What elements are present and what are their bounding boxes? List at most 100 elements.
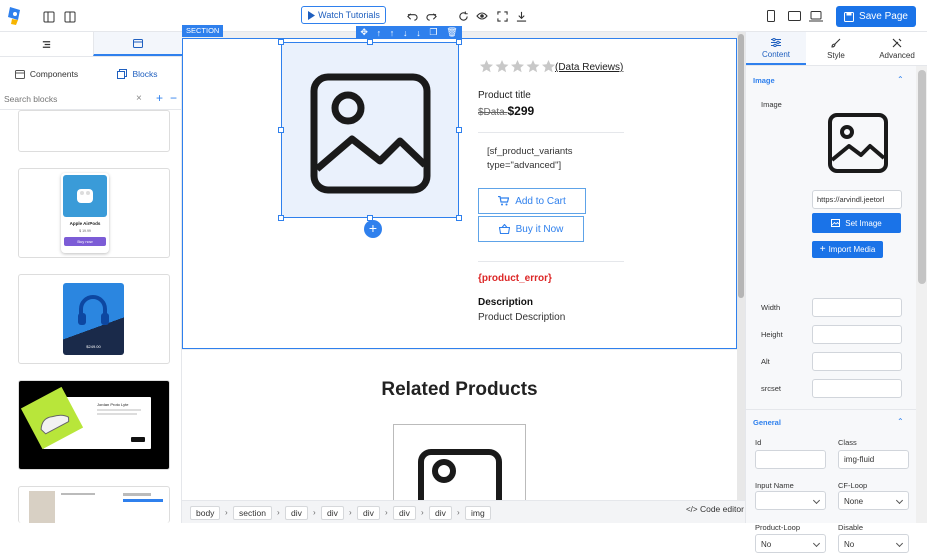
id-field[interactable] [755,450,826,469]
breadcrumb-item[interactable]: section [233,506,272,520]
arrow-down-icon[interactable]: ↓ [416,28,421,38]
blocks-panel-tab[interactable] [93,32,182,56]
divider [746,409,916,410]
panel-left-icon[interactable] [41,9,57,25]
delete-icon[interactable]: 🗑 [446,27,457,38]
id-label: Id [755,438,762,447]
product-image-placeholder[interactable] [281,42,459,218]
undo-icon[interactable] [404,8,420,24]
variants-shortcode: [sf_product_variants type="advanced"] [487,146,573,171]
breadcrumb-item[interactable]: div [285,506,308,520]
breadcrumb-item[interactable]: div [321,506,344,520]
block-thumbnail-airpods[interactable]: Apple AirPods $ 19.99 Buy now [18,168,170,258]
product-loop-select[interactable]: No [755,534,826,553]
save-page-label: Save Page [859,11,908,22]
image-section-header[interactable]: Image ⌃ [746,74,916,88]
collapse-blocks-icon[interactable]: − [170,91,177,105]
copy-icon[interactable]: ❐ [429,27,437,38]
tab-advanced[interactable]: Advanced [866,32,927,65]
data-reviews-link[interactable]: (Data Reviews) [555,62,623,73]
buy-it-now-button[interactable]: Buy it Now [478,216,584,242]
resize-handle[interactable] [278,215,284,221]
panel-split-icon[interactable] [62,9,78,25]
download-icon[interactable] [513,8,529,24]
add-block-icon[interactable]: + [156,91,163,105]
settings-body: Image ⌃ Image https://arvindl.jeetorl Se… [746,66,916,553]
blocks-tab-label: Blocks [132,69,158,79]
layers-tab[interactable] [0,32,93,56]
resize-handle[interactable] [456,215,462,221]
breadcrumb-item[interactable]: div [357,506,380,520]
divider [478,261,624,262]
components-tab[interactable]: Components [0,64,93,84]
redo-icon[interactable] [423,8,439,24]
input-name-select[interactable] [755,491,826,510]
cf-loop-select[interactable]: None [838,491,909,510]
resize-handle[interactable] [278,39,284,45]
resize-handle[interactable] [367,39,373,45]
description-heading: Description [478,297,534,308]
height-field[interactable] [812,325,902,344]
thumb-buy-button: Buy now [64,237,106,246]
image-label: Image [761,100,782,109]
breadcrumb: body › section › div › div › div › div ›… [182,500,745,523]
resize-handle[interactable] [278,127,284,133]
tab-style[interactable]: Style [806,32,866,65]
width-field[interactable] [812,298,902,317]
move-icon[interactable]: ✥ [360,27,368,38]
text-line [97,413,137,415]
tablet-view-icon[interactable] [786,8,802,24]
arrow-down-icon[interactable]: ↓ [403,28,408,38]
block-thumbnail-1[interactable] [18,110,170,152]
breadcrumb-item[interactable]: div [429,506,452,520]
save-page-button[interactable]: Save Page [836,6,916,27]
alt-field[interactable] [812,352,902,371]
blocks-tab[interactable]: Blocks [93,64,182,84]
scrollbar-thumb[interactable] [738,34,744,298]
breadcrumb-item[interactable]: div [393,506,416,520]
tab-content[interactable]: Content [746,32,806,65]
class-field[interactable]: img-fluid [838,450,909,469]
cart-icon [498,196,510,206]
play-icon [307,10,316,20]
block-thumbnail-headphones[interactable]: $249.00 [18,274,170,364]
preview-eye-icon[interactable] [474,8,490,24]
thumb-product-title: Apple AirPods [69,221,101,226]
related-heading: Related Products [381,379,538,400]
resize-handle[interactable] [456,39,462,45]
add-to-cart-button[interactable]: Add to Cart [478,188,586,214]
related-section[interactable]: Related Products [182,350,737,514]
srcset-field[interactable] [812,379,902,398]
desktop-view-icon[interactable] [808,8,824,24]
code-editor-button[interactable]: </> Code editor [686,504,744,514]
product-section[interactable]: + (Data Reviews) Product title $Data.$29… [182,38,737,349]
canvas-scrollbar[interactable] [737,32,745,500]
watch-tutorials-button[interactable]: Watch Tutorials [301,6,386,24]
tab-style-label: Style [827,51,845,60]
clear-search-icon[interactable]: × [136,93,142,104]
block-thumbnail-sneaker[interactable]: Jordan Proto Lyte [18,380,170,470]
scrollbar-thumb[interactable] [918,70,926,284]
image-url-field[interactable]: https://arvindl.jeetorl [812,190,902,209]
disable-select[interactable]: No [838,534,909,553]
settings-scrollbar[interactable] [916,66,927,523]
editor-canvas[interactable]: + (Data Reviews) Product title $Data.$29… [182,25,745,514]
refresh-icon[interactable] [455,8,471,24]
block-thumbnail-5[interactable] [18,486,170,523]
arrow-up-icon[interactable]: ↑ [377,28,382,38]
resize-handle[interactable] [456,127,462,133]
fullscreen-icon[interactable] [494,8,510,24]
general-section-header[interactable]: General ⌃ [746,416,916,430]
import-media-label: Import Media [828,245,876,254]
set-image-button[interactable]: Set Image [812,213,901,233]
add-element-icon[interactable]: + [364,220,382,238]
text-line [123,493,151,496]
breadcrumb-item[interactable]: body [190,506,221,520]
mobile-view-icon[interactable] [763,8,779,24]
arrow-up-icon[interactable]: ↑ [390,28,395,38]
breadcrumb-item[interactable]: img [465,506,491,520]
import-media-button[interactable]: + Import Media [812,241,883,258]
layers-icon [41,39,52,50]
search-blocks-input[interactable] [4,91,132,107]
code-icon: </> [686,505,698,514]
